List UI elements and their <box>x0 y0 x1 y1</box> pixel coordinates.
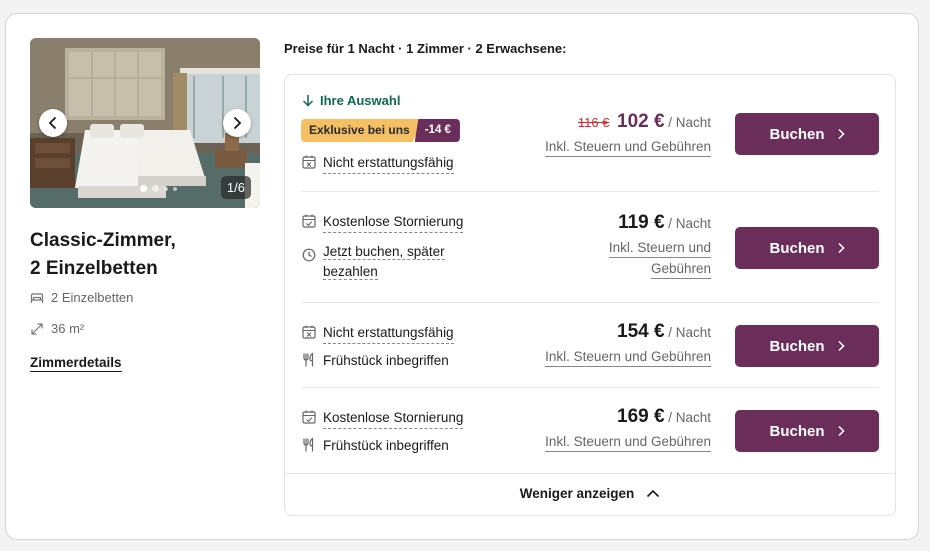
arrow-down-icon <box>302 95 314 107</box>
book-button-label: Buchen <box>769 337 825 355</box>
calendar-x-icon <box>302 155 316 169</box>
chevron-right-icon <box>837 242 845 254</box>
exclusive-badge-label: Exklusive bei uns <box>301 119 424 142</box>
show-less-label: Weniger anzeigen <box>519 486 635 501</box>
tax-info-link[interactable]: Inkl. Steuern und <box>608 238 711 258</box>
book-button[interactable]: Buchen <box>735 227 879 269</box>
book-button-label: Buchen <box>769 125 825 143</box>
rate-option: Kostenlose Stornierung Frühstück inbegri… <box>285 388 895 473</box>
next-photo-button[interactable] <box>223 109 251 137</box>
rate-option: Nicht erstattungsfähig Frühstück inbegri… <box>285 303 895 388</box>
price-amount: 102 € <box>617 111 665 132</box>
price-per-night: / Nacht <box>668 115 711 130</box>
cutlery-icon <box>303 437 314 452</box>
rate-price: 119 € / Nacht Inkl. Steuern und Gebühren <box>608 212 711 279</box>
rate-option: Ihre Auswahl Exklusive bei uns -14 € Nic… <box>285 75 895 192</box>
tax-info-link[interactable]: Inkl. Steuern und Gebühren <box>545 137 711 157</box>
tax-info-link[interactable]: Inkl. Steuern und Gebühren <box>545 432 711 452</box>
condition-text[interactable]: Nicht erstattungsfähig <box>323 153 454 174</box>
room-details-link[interactable]: Zimmerdetails <box>30 355 122 372</box>
selected-rate-label: Ihre Auswahl <box>302 93 400 108</box>
calendar-x-icon <box>302 325 316 339</box>
rate-condition: Kostenlose Stornierung <box>302 212 464 233</box>
book-button[interactable]: Buchen <box>735 410 879 452</box>
room-size-label: 36 m² <box>51 321 85 336</box>
price-amount: 154 € <box>617 321 665 342</box>
price-per-night: / Nacht <box>668 216 711 231</box>
expand-arrows-icon <box>31 322 43 335</box>
condition-text[interactable]: Nicht erstattungsfähig <box>323 323 454 344</box>
chevron-right-icon <box>233 116 242 130</box>
chevron-right-icon <box>837 128 845 140</box>
carousel-dot[interactable] <box>140 185 147 192</box>
divider <box>285 473 895 474</box>
original-price: 116 € <box>577 115 610 130</box>
exclusive-badge: Exklusive bei uns -14 € <box>301 119 460 142</box>
price-amount: 169 € <box>617 406 665 427</box>
selected-rate-text: Ihre Auswahl <box>320 93 401 108</box>
room-beds-label: 2 Einzelbetten <box>51 290 134 305</box>
chevron-right-icon <box>837 425 845 437</box>
condition-text: Frühstück inbegriffen <box>323 438 449 453</box>
discount-badge: -14 € <box>414 119 460 142</box>
rate-condition: Jetzt buchen, später bezahlen <box>302 242 445 282</box>
price-amount: 119 € <box>618 212 665 233</box>
clock-icon <box>302 248 316 262</box>
cutlery-icon <box>303 352 314 367</box>
condition-text[interactable]: Jetzt buchen, später <box>323 244 445 260</box>
condition-text[interactable]: bezahlen <box>323 264 378 280</box>
rate-condition: Nicht erstattungsfähig <box>302 153 454 174</box>
condition-text[interactable]: Kostenlose Stornierung <box>323 408 464 429</box>
calendar-check-icon <box>302 214 316 228</box>
chevron-right-icon <box>837 340 845 352</box>
room-offer-card: 1/6 Classic-Zimmer, 2 Einzelbetten 2 Einz… <box>5 13 919 540</box>
previous-photo-button[interactable] <box>39 109 67 137</box>
chevron-left-icon <box>48 116 57 130</box>
rate-condition: Frühstück inbegriffen <box>302 436 449 456</box>
carousel-dot[interactable] <box>173 186 177 191</box>
tax-info-link[interactable]: Inkl. Steuern und Gebühren <box>545 347 711 367</box>
book-button[interactable]: Buchen <box>735 325 879 367</box>
rate-list: Ihre Auswahl Exklusive bei uns -14 € Nic… <box>284 74 896 516</box>
room-beds: 2 Einzelbetten <box>30 290 133 305</box>
condition-text: Frühstück inbegriffen <box>323 353 449 368</box>
price-per-night: / Nacht <box>668 325 711 340</box>
book-button[interactable]: Buchen <box>735 113 879 155</box>
carousel-dot[interactable] <box>164 186 168 191</box>
calendar-check-icon <box>302 410 316 424</box>
carousel-dots <box>140 185 177 192</box>
room-size: 36 m² <box>30 321 84 336</box>
rate-condition: Kostenlose Stornierung <box>302 408 464 429</box>
book-button-label: Buchen <box>769 239 825 257</box>
rate-price: 154 € / Nacht Inkl. Steuern und Gebühren <box>545 321 711 367</box>
chevron-up-icon <box>647 489 660 498</box>
room-title: Classic-Zimmer, 2 Einzelbetten <box>30 230 176 279</box>
show-less-button[interactable]: Weniger anzeigen <box>285 486 895 501</box>
rate-price: 169 € / Nacht Inkl. Steuern und Gebühren <box>545 406 711 452</box>
photo-counter: 1/6 <box>220 176 251 199</box>
prices-heading: Preise für 1 Nacht · 1 Zimmer · 2 Erwach… <box>284 41 567 56</box>
rate-option: Kostenlose Stornierung Jetzt buchen, spä… <box>285 192 895 303</box>
room-photo-carousel[interactable]: 1/6 <box>30 38 260 208</box>
price-per-night: / Nacht <box>668 410 711 425</box>
rate-price: 116 € 102 € / Nacht Inkl. Steuern und Ge… <box>545 111 711 157</box>
condition-text[interactable]: Kostenlose Stornierung <box>323 212 464 233</box>
rate-condition: Frühstück inbegriffen <box>302 351 449 371</box>
bed-icon <box>30 292 44 303</box>
carousel-dot[interactable] <box>152 185 159 192</box>
tax-info-link[interactable]: Gebühren <box>650 259 711 279</box>
rate-condition: Nicht erstattungsfähig <box>302 323 454 344</box>
book-button-label: Buchen <box>769 422 825 440</box>
